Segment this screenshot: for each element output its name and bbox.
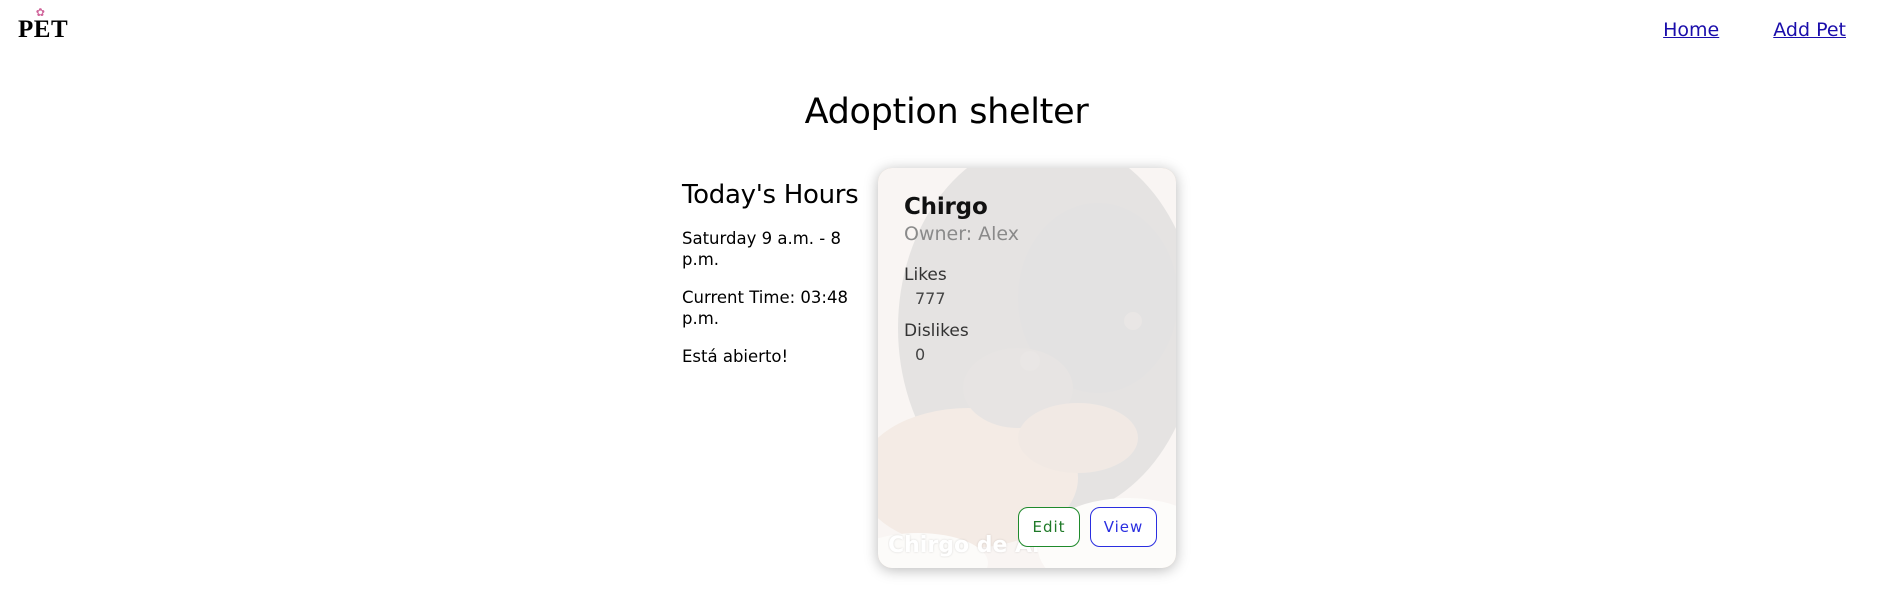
pet-name: Chirgo: [904, 194, 988, 220]
page-title: Adoption shelter: [804, 92, 1089, 132]
likes-label: Likes: [904, 265, 947, 285]
open-status: Está abierto!: [682, 347, 789, 366]
logo-text-t: T: [50, 16, 69, 43]
logo-text-e: E ✿: [33, 7, 51, 43]
hours-panel: Today's Hours Saturday 9 a.m. - 8 p.m. C…: [682, 180, 882, 384]
paw-icon: ✿: [35, 7, 46, 19]
hours-schedule: Saturday 9 a.m. - 8 p.m.: [682, 229, 841, 269]
pet-owner: Owner: Alex: [904, 223, 1020, 245]
logo-text-p: P: [18, 16, 34, 43]
photo-caption: Chirgo de Alex: [888, 533, 1038, 558]
nav-link-home[interactable]: Home: [1663, 19, 1719, 41]
logo[interactable]: PE ✿ T: [18, 7, 69, 44]
pet-card: Chirgo Owner: Alex Likes 777 Dislikes 0 …: [878, 168, 1176, 568]
card-body: Chirgo Owner: Alex Likes 777 Dislikes 0: [904, 194, 1156, 364]
likes-value: 777: [915, 289, 946, 308]
top-nav: Home Add Pet: [1663, 19, 1846, 41]
dislikes-value: 0: [915, 345, 926, 364]
edit-button[interactable]: Edit: [1018, 507, 1080, 547]
view-button[interactable]: View: [1090, 507, 1157, 547]
hours-heading: Today's Hours: [682, 180, 859, 210]
current-time: Current Time: 03:48 p.m.: [682, 288, 848, 328]
dislikes-label: Dislikes: [904, 321, 969, 341]
nav-link-add-pet[interactable]: Add Pet: [1773, 19, 1846, 41]
